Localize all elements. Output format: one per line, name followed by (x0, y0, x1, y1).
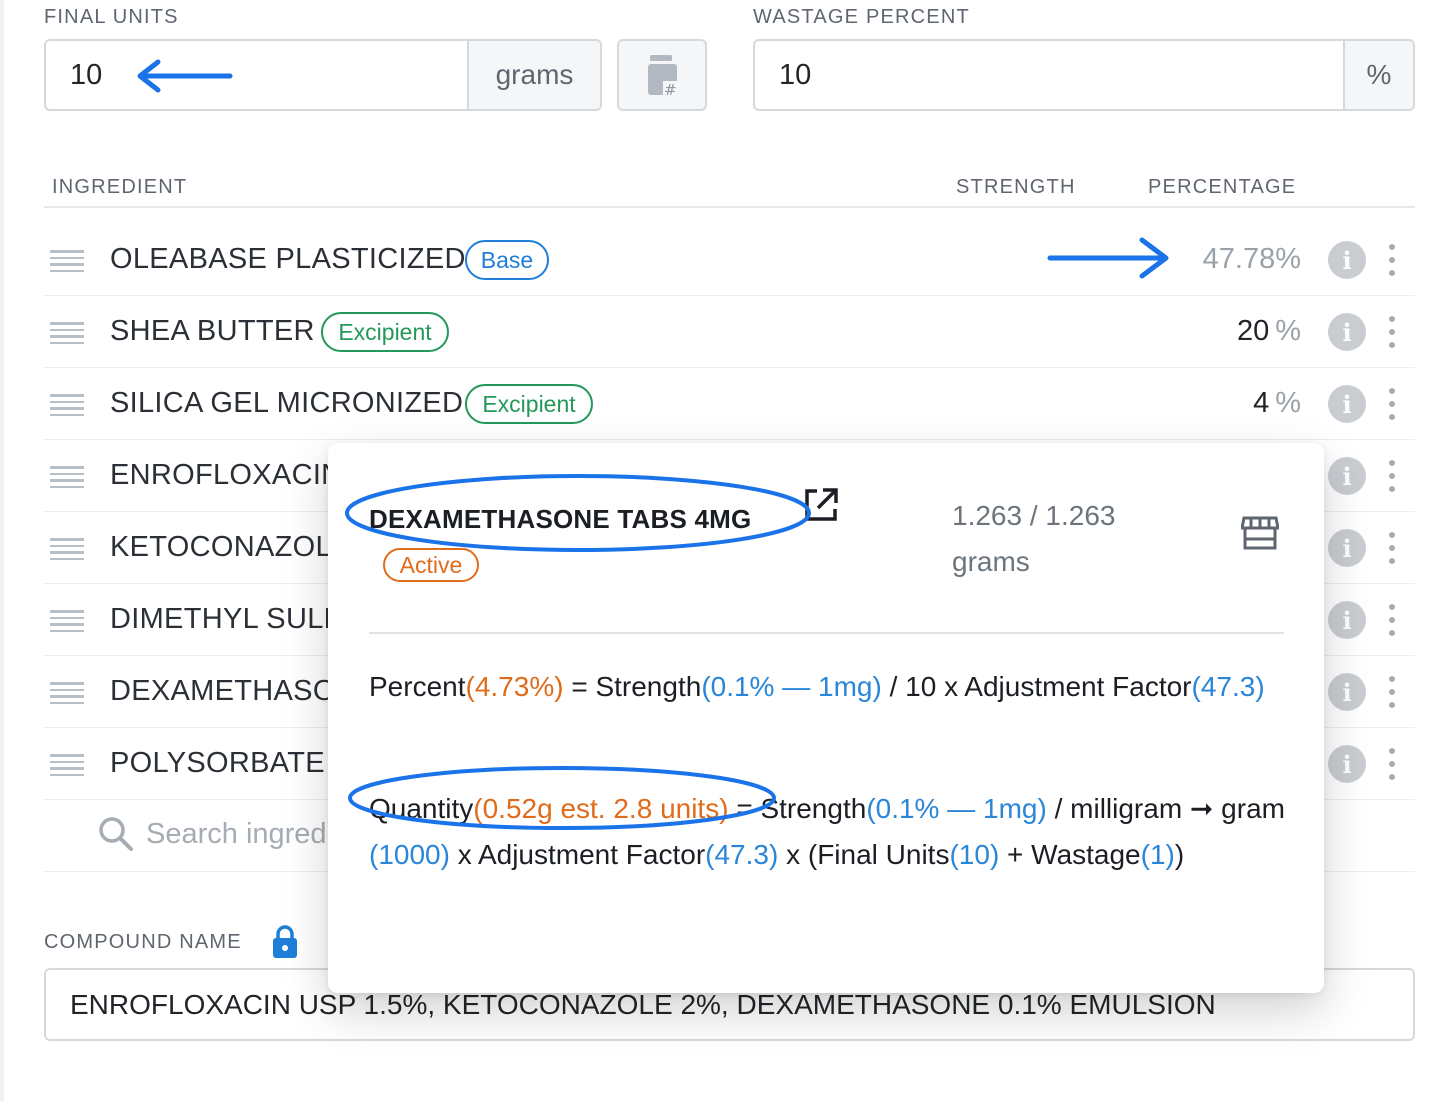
active-badge: Active (383, 548, 479, 582)
more-options-icon[interactable] (1380, 314, 1404, 350)
column-header-ingredient: INGREDIENT (52, 176, 188, 198)
drag-handle-icon[interactable] (50, 466, 84, 488)
info-icon[interactable]: i (1328, 241, 1366, 279)
calculator-button[interactable]: # (617, 39, 707, 111)
header-divider (44, 206, 1415, 208)
final-units-unit: grams (467, 41, 600, 109)
external-link-icon[interactable] (803, 487, 839, 523)
quantity-formula: Quantity(0.52g est. 2.8 units) = Strengt… (369, 793, 1285, 870)
wastage-field[interactable]: 10 % (753, 39, 1415, 111)
ingredient-row[interactable]: SILICA GEL MICRONIZED Excipient 4% i (44, 368, 1415, 440)
base-badge: Base (465, 240, 549, 280)
ingredient-name: OLEABASE PLASTICIZED (110, 243, 466, 275)
more-options-icon[interactable] (1380, 386, 1404, 422)
ingredient-percentage[interactable]: 47.78% (1203, 243, 1301, 276)
ingredient-percentage[interactable]: 20% (1237, 315, 1301, 348)
ingredient-name: KETOCONAZOLE (110, 531, 352, 563)
final-units-field[interactable]: 10 grams (44, 39, 602, 111)
column-header-strength: STRENGTH (956, 176, 1076, 198)
drag-handle-icon[interactable] (50, 754, 84, 776)
wastage-label: WASTAGE PERCENT (753, 6, 970, 28)
compound-name-label: COMPOUND NAME (44, 931, 242, 953)
more-options-icon[interactable] (1380, 458, 1404, 494)
ingredient-row[interactable]: OLEABASE PLASTICIZED Base 47.78% i (44, 224, 1415, 296)
drag-handle-icon[interactable] (50, 682, 84, 704)
ingredient-percentage[interactable]: 4% (1253, 387, 1301, 420)
quantity-unit: grams (952, 546, 1030, 577)
svg-text:#: # (664, 81, 677, 96)
info-icon[interactable]: i (1328, 529, 1366, 567)
left-border (0, 0, 4, 1101)
more-options-icon[interactable] (1380, 746, 1404, 782)
quantity-value: 1.263 / 1.263 (952, 500, 1116, 531)
lock-icon[interactable] (272, 925, 298, 959)
ingredient-row[interactable]: SHEA BUTTER Excipient 20% i (44, 296, 1415, 368)
drag-handle-icon[interactable] (50, 538, 84, 560)
info-icon[interactable]: i (1328, 745, 1366, 783)
drag-handle-icon[interactable] (50, 394, 84, 416)
ingredient-info-popover: DEXAMETHASONE TABS 4MG Active 1.263 / 1.… (328, 443, 1324, 993)
wastage-unit: % (1343, 41, 1413, 109)
excipient-badge: Excipient (321, 312, 449, 352)
info-icon[interactable]: i (1328, 385, 1366, 423)
final-units-input[interactable]: 10 (46, 41, 467, 109)
bottle-hash-icon: # (648, 55, 677, 96)
popover-divider (369, 632, 1284, 634)
percent-formula: Percent(4.73%) = Strength(0.1% — 1mg) / … (369, 671, 1265, 702)
ingredient-name: ENROFLOXACIN (110, 459, 343, 491)
info-icon[interactable]: i (1328, 601, 1366, 639)
column-header-percentage: PERCENTAGE (1148, 176, 1297, 198)
more-options-icon[interactable] (1380, 530, 1404, 566)
excipient-badge: Excipient (465, 384, 593, 424)
ingredient-name: SHEA BUTTER (110, 315, 315, 347)
wastage-input[interactable]: 10 (755, 41, 1343, 109)
drag-handle-icon[interactable] (50, 322, 84, 344)
ingredient-name: SILICA GEL MICRONIZED (110, 387, 464, 419)
info-icon[interactable]: i (1328, 673, 1366, 711)
drag-handle-icon[interactable] (50, 610, 84, 632)
drag-handle-icon[interactable] (50, 250, 84, 272)
info-icon[interactable]: i (1328, 313, 1366, 351)
more-options-icon[interactable] (1380, 242, 1404, 278)
search-icon (99, 817, 133, 851)
final-units-label: FINAL UNITS (44, 6, 179, 28)
more-options-icon[interactable] (1380, 602, 1404, 638)
storefront-icon[interactable] (1241, 515, 1279, 551)
popover-title: DEXAMETHASONE TABS 4MG (369, 504, 752, 534)
popover-quantity: 1.263 / 1.263 grams (952, 493, 1115, 585)
info-icon[interactable]: i (1328, 457, 1366, 495)
more-options-icon[interactable] (1380, 674, 1404, 710)
